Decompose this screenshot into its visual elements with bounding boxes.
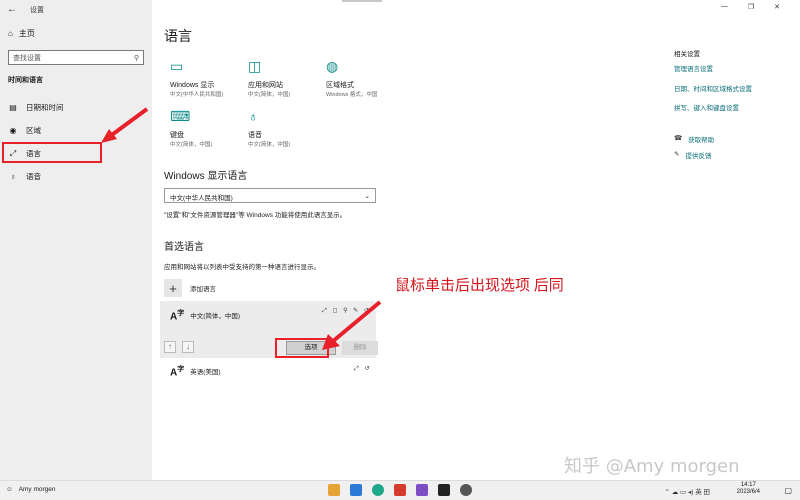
- keyboard-icon: ⌨: [170, 108, 191, 124]
- tile-desc: 中文(简体，中国): [248, 142, 291, 148]
- help-label: 获取帮助: [688, 137, 715, 144]
- language-card-english[interactable]: A字 英语(美国): [170, 364, 221, 378]
- window-title: 设置: [30, 7, 44, 14]
- sidebar-home-label: 主页: [18, 29, 35, 38]
- store-icon[interactable]: [350, 484, 362, 496]
- sidebar-item-label: 区域: [26, 126, 41, 135]
- settings-gear-icon[interactable]: [460, 484, 472, 496]
- add-language-button[interactable]: + 添加语言: [164, 279, 216, 297]
- taskbar-user[interactable]: ☺ Amy morgen: [6, 486, 56, 493]
- edge-icon[interactable]: [372, 484, 384, 496]
- tile-desc: 中文(简体，中国): [248, 92, 291, 98]
- tile-region-format[interactable]: ◍ 区域格式 Windows 格式，中国: [326, 58, 398, 99]
- tile-apps-websites[interactable]: ◫ 应用和网站 中文(简体，中国): [248, 58, 320, 99]
- language-row: A字 中文(简体，中国): [170, 308, 240, 322]
- display-language-select[interactable]: 中文(中华人民共和国) ⌄: [164, 188, 376, 203]
- user-name: Amy morgen: [18, 486, 56, 493]
- language-name: 英语(美国): [190, 369, 221, 376]
- window-controls: — ❐ ✕: [721, 3, 780, 11]
- page-title: 语言: [164, 28, 192, 44]
- minimize-button[interactable]: —: [721, 3, 728, 11]
- help-chat-icon: ☎: [674, 135, 683, 142]
- calendar-clock-icon: ▤: [9, 103, 17, 112]
- maximize-button[interactable]: ❐: [748, 3, 754, 11]
- chevron-down-icon: ⌄: [364, 193, 370, 200]
- taskbar-apps: [328, 484, 472, 496]
- sidebar-item-region[interactable]: ◉ 区域: [8, 125, 42, 136]
- annotation-arrow-options: [322, 300, 382, 350]
- language-feature-icons: ⤢ ↺: [354, 366, 372, 372]
- related-link[interactable]: 拼写、键入和键盘设置: [674, 102, 739, 112]
- clock-date: 2023/6/4: [736, 489, 760, 496]
- tile-name: 区域格式: [326, 82, 354, 89]
- main-panel: — ❐ ✕ 语言 ▭ Windows 显示 中文(中华人民共和国) ◫ 应用和网…: [152, 0, 800, 480]
- region-format-icon: ◍: [326, 58, 339, 74]
- file-explorer-icon[interactable]: [328, 484, 340, 496]
- close-button[interactable]: ✕: [774, 3, 780, 11]
- sidebar-item-date-time[interactable]: ▤ 日期和时间: [8, 102, 64, 113]
- related-link[interactable]: 日期、时间和区域格式设置: [674, 83, 752, 93]
- search-icon: ⚲: [133, 54, 139, 62]
- tile-speech[interactable]: ♁ 语音 中文(简体，中国): [248, 108, 320, 149]
- tile-name: 应用和网站: [248, 82, 283, 89]
- tile-name: 键盘: [170, 132, 184, 139]
- related-settings-heading: 相关设置: [674, 51, 700, 58]
- globe-region-icon: ◉: [9, 126, 17, 135]
- taskbar-clock[interactable]: 14:17 2023/6/4: [737, 482, 760, 496]
- language-name: 中文(简体，中国): [190, 313, 241, 320]
- select-value: 中文(中华人民共和国): [170, 195, 233, 202]
- annotation-text: 鼠标单击后出现选项 后同: [395, 278, 564, 294]
- preferred-languages-heading: 首选语言: [164, 242, 204, 253]
- language-glyph-icon: A字: [170, 310, 185, 323]
- sidebar-item-speech[interactable]: ♁ 语音: [8, 171, 41, 182]
- language-glyph-icon: A字: [170, 366, 185, 379]
- preferred-languages-note: 应用和网站将以列表中受支持的第一种语言进行显示。: [164, 264, 320, 271]
- sidebar-item-label: 语音: [26, 172, 41, 181]
- title-bar-accent: [342, 0, 382, 2]
- taskbar: ☺ Amy morgen ⌃ ☁ ▭ ◂) 英 田 14:17 2023/6/4…: [0, 480, 800, 500]
- search-placeholder: 查找设置: [13, 54, 41, 62]
- microphone-icon: ♁: [248, 108, 259, 124]
- tile-windows-display[interactable]: ▭ Windows 显示 中文(中华人民共和国): [170, 58, 242, 99]
- notification-icon[interactable]: ▢: [784, 486, 792, 495]
- get-help-link[interactable]: ☎ 获取帮助: [674, 134, 714, 144]
- sidebar-home[interactable]: ⌂ 主页: [8, 28, 35, 39]
- back-arrow-icon[interactable]: ←: [7, 4, 17, 15]
- microphone-icon: ♁: [10, 172, 16, 181]
- add-language-label: 添加语言: [190, 286, 216, 293]
- move-up-button[interactable]: ↑: [164, 341, 176, 353]
- home-icon: ⌂: [8, 29, 13, 38]
- tile-name: Windows 显示: [170, 82, 215, 89]
- user-icon: ☺: [6, 486, 13, 493]
- onenote-icon[interactable]: [416, 484, 428, 496]
- pdf-app-icon[interactable]: [394, 484, 406, 496]
- language-highlight-box: [2, 142, 102, 163]
- app-window-icon: ◫: [248, 58, 262, 74]
- tile-desc: 中文(中华人民共和国): [170, 92, 224, 98]
- settings-search-input[interactable]: 查找设置 ⚲: [8, 50, 144, 65]
- sidebar: ← 设置 ⌂ 主页 查找设置 ⚲ 时间和语言 ▤ 日期和时间 ◉ 区域 ⤢ 语言…: [0, 0, 152, 480]
- tile-keyboard[interactable]: ⌨ 键盘 中文(简体，中国): [170, 108, 242, 149]
- watermark: 知乎 @Amy morgen: [564, 456, 740, 477]
- help-label: 提供反馈: [685, 153, 712, 160]
- monitor-icon: ▭: [170, 58, 184, 74]
- plus-icon: +: [164, 279, 182, 297]
- clock-time: 14:17: [740, 482, 756, 488]
- give-feedback-link[interactable]: ✎ 提供反馈: [674, 150, 711, 160]
- tile-desc: Windows 格式，中国: [326, 92, 378, 98]
- sidebar-section-title: 时间和语言: [8, 77, 43, 84]
- related-link[interactable]: 管理语言设置: [674, 63, 713, 73]
- notion-icon[interactable]: [438, 484, 450, 496]
- tile-desc: 中文(简体，中国): [170, 142, 213, 148]
- annotation-arrow-sidebar: [101, 107, 149, 143]
- system-tray[interactable]: ⌃ ☁ ▭ ◂) 英 田: [664, 486, 710, 496]
- tile-name: 语音: [248, 132, 262, 139]
- display-language-note: "设置"和"文件资源管理器"等 Windows 功能将使用此语言显示。: [164, 212, 347, 219]
- sidebar-item-label: 日期和时间: [26, 103, 64, 112]
- display-language-heading: Windows 显示语言: [164, 171, 248, 182]
- feedback-icon: ✎: [674, 151, 680, 158]
- move-down-button[interactable]: ↓: [182, 341, 194, 353]
